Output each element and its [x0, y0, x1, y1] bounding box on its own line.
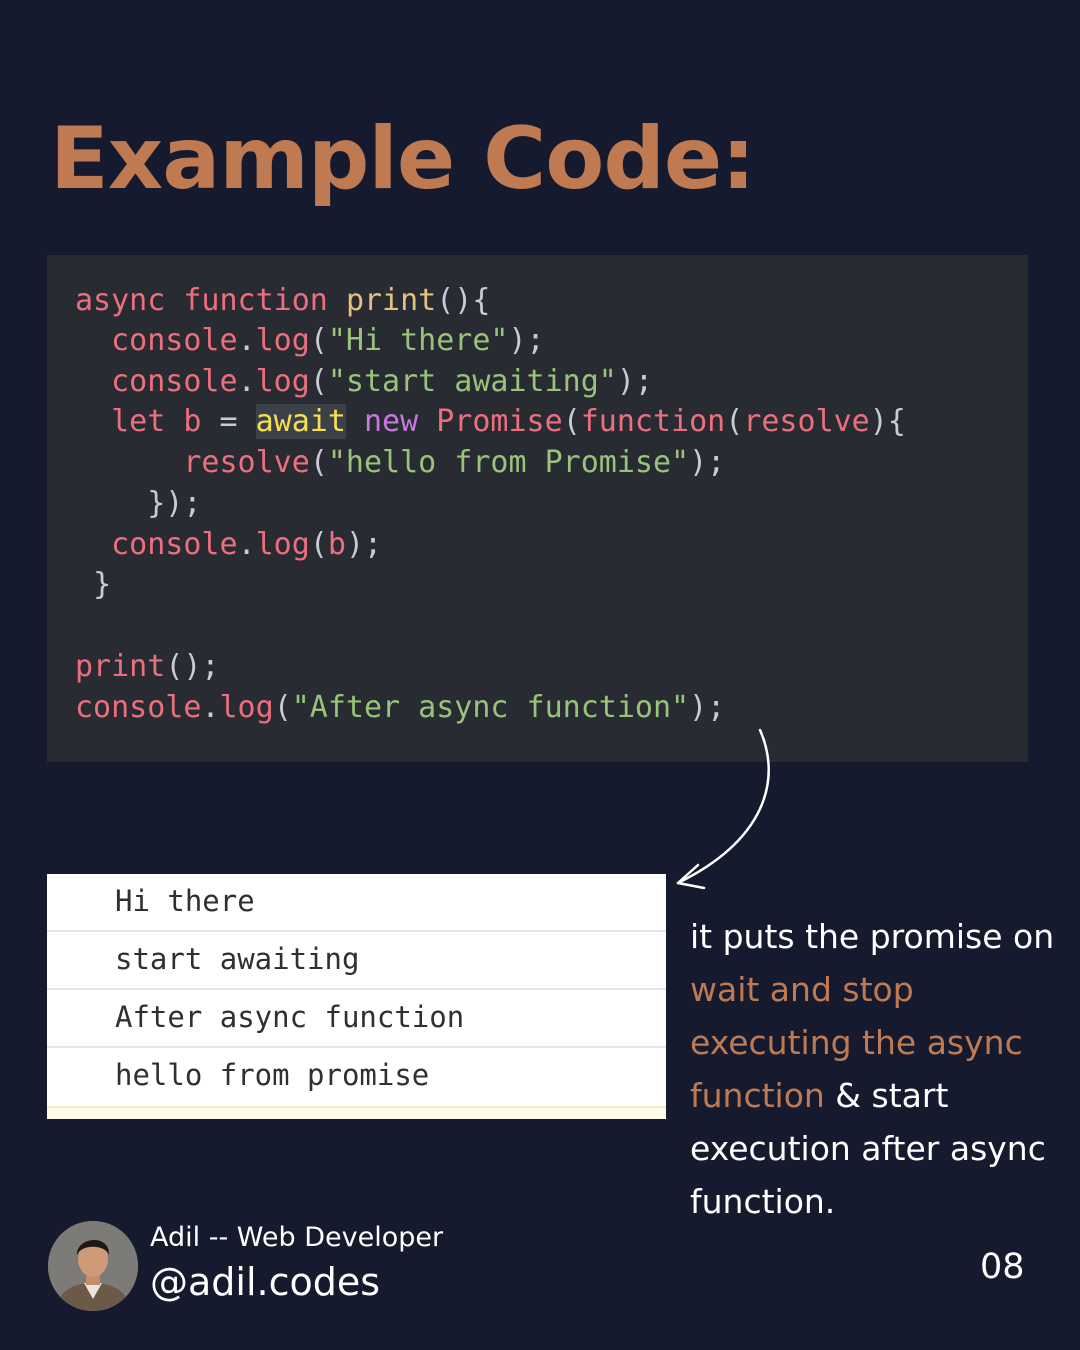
code-token: . [237, 364, 256, 399]
code-token: ); [689, 445, 726, 480]
console-line: After async function [115, 1000, 465, 1034]
code-token: ( [309, 323, 328, 358]
code-token: print [345, 283, 437, 318]
code-line-5: resolve("hello from Promise"); [75, 443, 725, 483]
curved-arrow-icon [676, 728, 770, 890]
code-token: "Hi there" [327, 323, 509, 358]
code-token: console [111, 527, 238, 562]
code-token: log [255, 527, 310, 562]
code-line-4: let b = await new Promise(function(resol… [75, 402, 906, 442]
code-token: console [75, 690, 202, 725]
code-token: function [580, 404, 726, 439]
code-token: ); [345, 527, 383, 562]
code-line-2: console.log("Hi there"); [75, 321, 545, 361]
code-token: = [219, 404, 238, 439]
code-token: new [364, 404, 419, 439]
code-token: print [75, 649, 166, 684]
code-token: ( [309, 527, 328, 562]
console-row: start awaiting [47, 932, 666, 990]
explanation-text: it puts the promise on wait and stop exe… [690, 910, 1060, 1228]
avatar [48, 1221, 138, 1311]
console-row: Hi there [47, 874, 666, 932]
code-line-10: console.log("After async function"); [75, 688, 725, 728]
code-token: let [111, 404, 166, 439]
console-row: hello from promise [47, 1048, 666, 1106]
code-token: . [237, 527, 256, 562]
code-token: ); [616, 364, 653, 399]
code-token: log [255, 364, 310, 399]
code-token: . [201, 690, 220, 725]
code-line-3: console.log("start awaiting"); [75, 362, 653, 402]
code-token: } [93, 567, 112, 602]
console-row: After async function [47, 990, 666, 1048]
code-line-1: async function print(){ [75, 281, 490, 321]
code-token: log [255, 323, 310, 358]
code-token: Promise [436, 404, 563, 439]
console-line: start awaiting [115, 942, 360, 976]
code-token: b [183, 404, 202, 439]
code-token: ){ [869, 404, 906, 439]
code-token: (); [165, 649, 220, 684]
console-prompt-row[interactable] [47, 1106, 666, 1119]
code-token: ( [725, 404, 744, 439]
code-line-8: } [75, 565, 111, 605]
author-name: Adil -- Web Developer [150, 1222, 444, 1253]
code-token: ); [689, 690, 726, 725]
person-avatar-icon [48, 1221, 138, 1311]
code-line-6: }); [75, 484, 201, 524]
code-token: async [75, 283, 166, 318]
code-token: console [111, 364, 238, 399]
explanation-part-1: it puts the promise on [690, 917, 1055, 956]
code-token: "start awaiting" [327, 364, 617, 399]
code-token: . [237, 323, 256, 358]
code-token: b [327, 527, 346, 562]
code-token: function [183, 283, 328, 318]
author-handle[interactable]: @adil.codes [150, 1260, 380, 1304]
code-line-9: print(); [75, 647, 220, 687]
page-title: Example Code: [50, 109, 756, 209]
page-number: 08 [980, 1247, 1025, 1287]
console-output-panel: Hi there start awaiting After async func… [47, 874, 666, 1119]
code-token: "After async function" [291, 690, 690, 725]
code-token: "hello from Promise" [327, 445, 690, 480]
code-token: resolve [183, 445, 310, 480]
console-line: hello from promise [115, 1058, 430, 1092]
code-token: log [219, 690, 274, 725]
code-token: ); [508, 323, 545, 358]
code-token: }); [147, 486, 202, 521]
code-token: ( [562, 404, 581, 439]
code-token: (){ [436, 283, 491, 318]
code-line-7: console.log(b); [75, 525, 382, 565]
code-token: ( [309, 445, 328, 480]
code-token: ( [273, 690, 292, 725]
code-block: async function print(){ console.log("Hi … [47, 255, 1028, 762]
code-token: console [111, 323, 238, 358]
code-token: ( [309, 364, 328, 399]
code-token-await: await [255, 404, 346, 439]
console-line: Hi there [115, 884, 255, 918]
code-token: resolve [743, 404, 870, 439]
